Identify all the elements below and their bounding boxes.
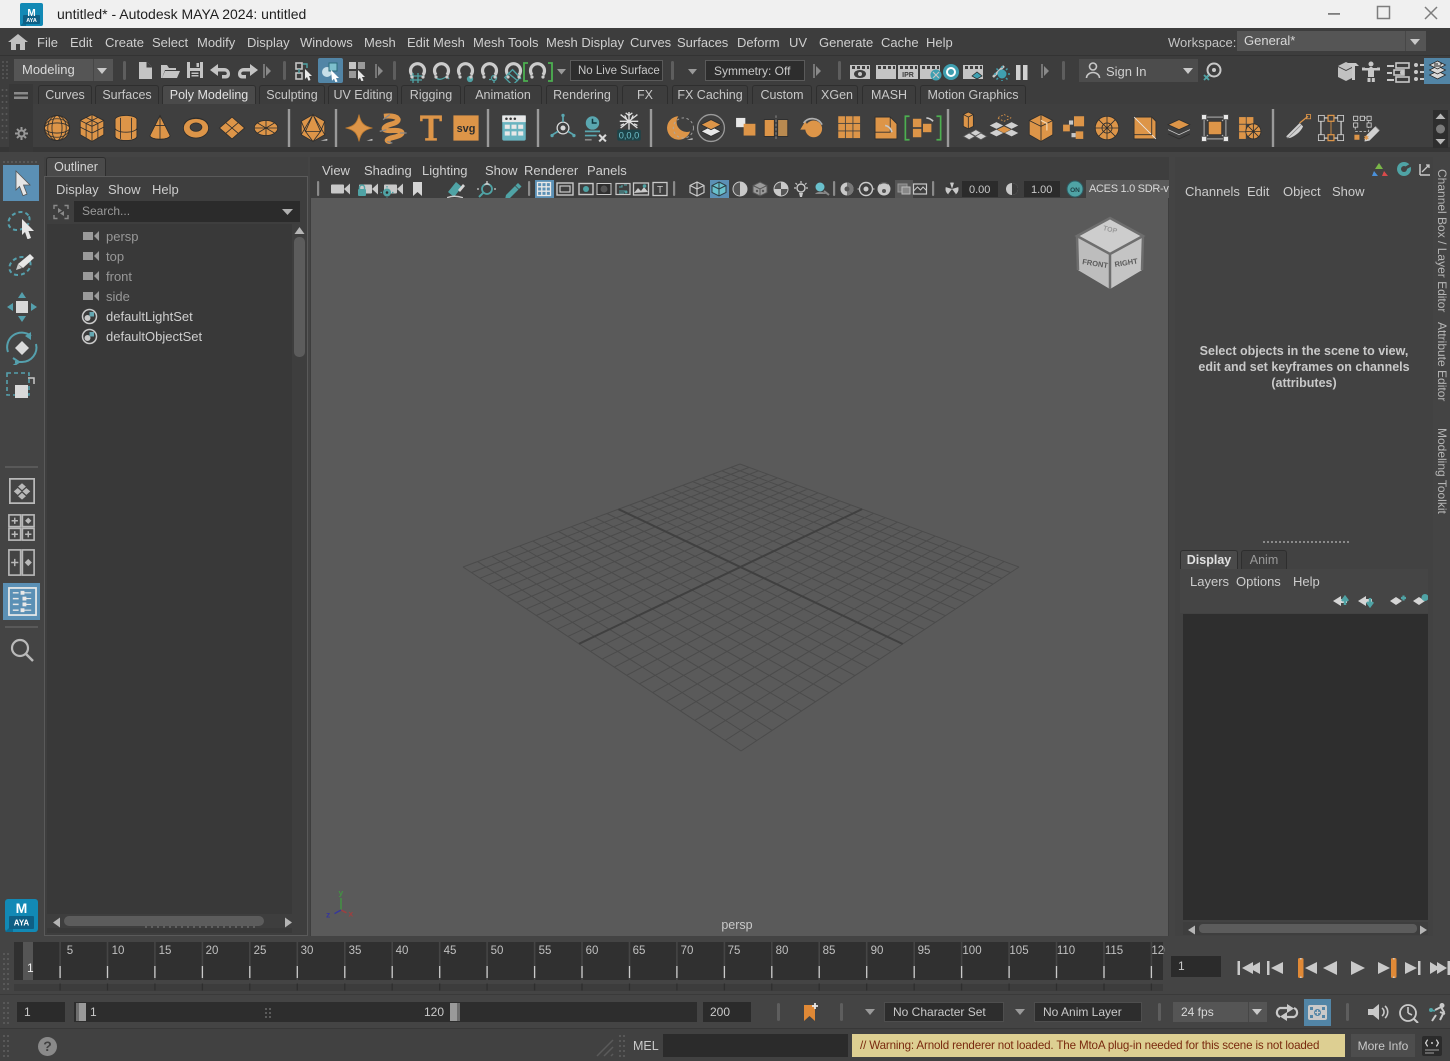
svg-text:persp: persp	[721, 918, 752, 932]
svg-text:M: M	[16, 900, 28, 916]
svg-text:IPR: IPR	[902, 72, 914, 79]
svg-text:T: T	[657, 185, 663, 196]
svg-text:AYA: AYA	[26, 18, 37, 24]
svg-text:z: z	[326, 910, 330, 920]
svg-text:x: x	[349, 909, 354, 919]
svg-text:ON: ON	[1070, 187, 1080, 194]
svg-text:1.00: 1.00	[1031, 184, 1052, 196]
svg-text:y: y	[339, 888, 344, 898]
svg-text:AYA: AYA	[14, 919, 30, 928]
svg-text:0.00: 0.00	[969, 184, 990, 196]
